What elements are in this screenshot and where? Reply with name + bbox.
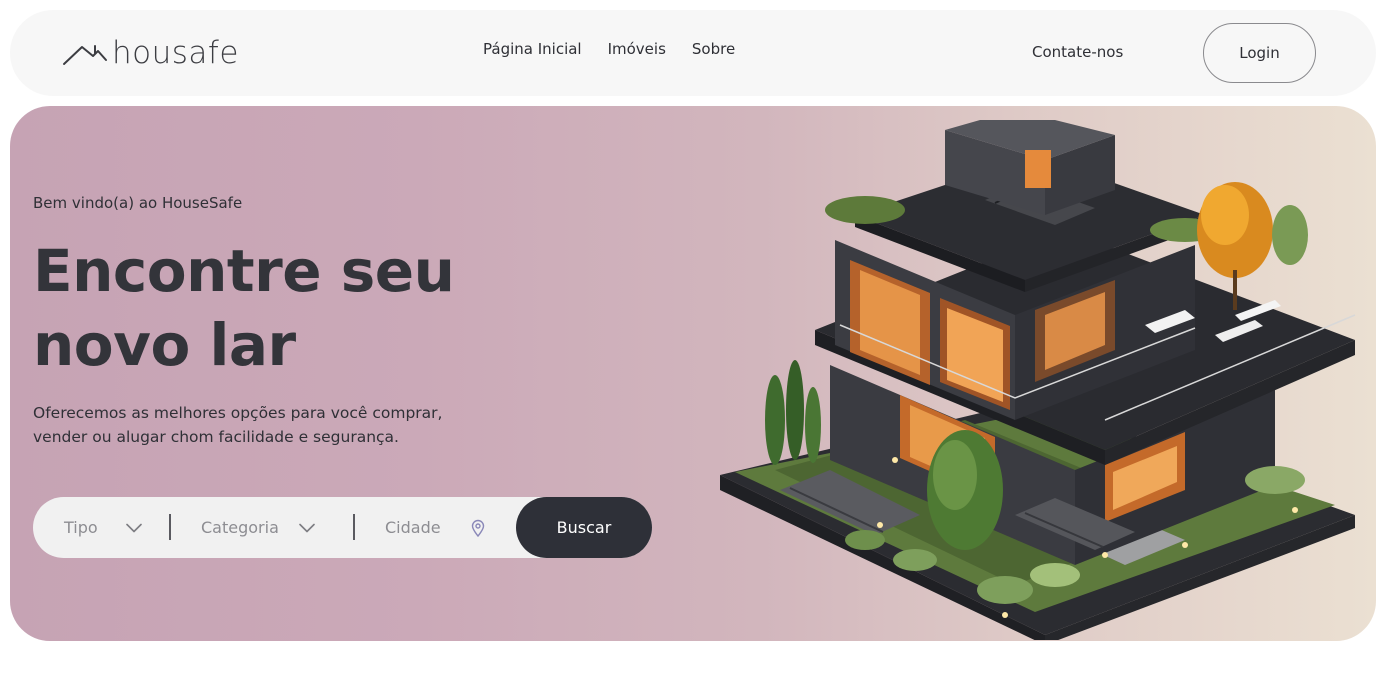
- map-pin-icon: [471, 519, 484, 537]
- navbar: housafe Página Inicial Imóveis Sobre Con…: [10, 10, 1376, 96]
- search-divider: [169, 514, 171, 540]
- category-select-label: Categoria: [201, 518, 279, 537]
- headline-line-2: novo lar: [33, 311, 296, 379]
- nav-home[interactable]: Página Inicial: [483, 40, 582, 58]
- hero-subtext: Oferecemos as melhores opções para você …: [33, 404, 443, 446]
- type-select-label: Tipo: [64, 518, 98, 537]
- headline-line-1: Encontre seu: [33, 237, 455, 305]
- hero-section: Bem vindo(a) ao HouseSafe Encontre seu n…: [10, 106, 1376, 641]
- hero-headline: Encontre seu novo lar: [33, 234, 455, 382]
- nav-properties[interactable]: Imóveis: [608, 40, 666, 58]
- nav-about[interactable]: Sobre: [692, 40, 735, 58]
- search-bar: Tipo Categoria Cidade Buscar: [33, 497, 652, 558]
- search-button[interactable]: Buscar: [516, 497, 652, 558]
- house-illustration: [720, 120, 1356, 640]
- city-input[interactable]: Cidade: [385, 497, 485, 558]
- logo-text: housafe: [112, 35, 239, 71]
- search-divider: [353, 514, 355, 540]
- nav-contact[interactable]: Contate-nos: [1032, 43, 1123, 61]
- main-nav: Página Inicial Imóveis Sobre: [483, 40, 735, 58]
- category-select[interactable]: Categoria: [201, 497, 315, 558]
- login-button[interactable]: Login: [1203, 23, 1316, 83]
- type-select[interactable]: Tipo: [64, 497, 142, 558]
- welcome-text: Bem vindo(a) ao HouseSafe: [33, 194, 243, 212]
- city-input-placeholder: Cidade: [385, 518, 441, 537]
- logo[interactable]: housafe: [62, 38, 239, 69]
- chevron-down-icon: [125, 523, 142, 532]
- chevron-down-icon: [299, 523, 315, 532]
- house-roof-logo-icon: [63, 45, 107, 65]
